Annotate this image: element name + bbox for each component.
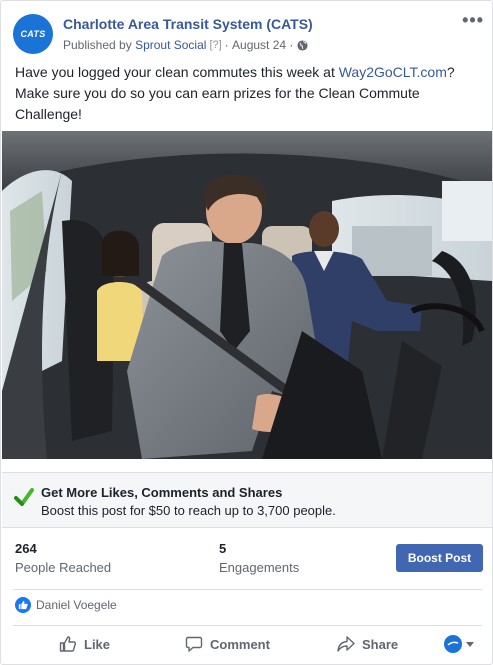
meta-separator: · <box>224 38 229 52</box>
people-reached-value: 264 <box>15 541 37 556</box>
like-icon <box>15 597 31 613</box>
avatar-logo-text: CATS <box>20 29 46 39</box>
boost-banner-title: Get More Likes, Comments and Shares <box>41 485 283 500</box>
post-text-part-1: Have you logged your clean commutes this… <box>15 64 339 80</box>
meta-separator-2: · <box>289 38 294 52</box>
comment-button[interactable]: Comment <box>185 632 270 656</box>
boost-banner[interactable]: Get More Likes, Comments and Shares Boos… <box>2 472 492 528</box>
check-icon <box>14 487 34 507</box>
engagements-label: Engagements <box>219 560 300 575</box>
post-text: Have you logged your clean commutes this… <box>15 62 480 125</box>
share-button[interactable]: Share <box>337 632 398 656</box>
post-date[interactable]: August 24 <box>232 38 286 52</box>
people-reached-label: People Reached <box>15 560 112 575</box>
comment-icon <box>185 636 203 652</box>
reactions-summary[interactable]: Daniel Voegele <box>15 596 117 614</box>
published-by-label: Published by <box>63 38 132 52</box>
post-actions: Like Comment Share <box>1 628 492 660</box>
boost-banner-subtitle: Boost this post for $50 to reach up to 3… <box>41 503 336 518</box>
globe-icon[interactable] <box>297 39 308 51</box>
post-meta: Published by Sprout Social [?] · August … <box>63 38 308 52</box>
insights-stats: 264 People Reached 5 Engagements Boost P… <box>1 529 492 589</box>
post-photo[interactable] <box>2 131 492 459</box>
more-options-icon[interactable]: ••• <box>462 11 484 29</box>
thumbs-up-icon <box>59 636 77 652</box>
boost-post-button[interactable]: Boost Post <box>396 544 483 572</box>
page-mini-avatar <box>444 635 462 653</box>
like-button[interactable]: Like <box>59 632 110 656</box>
page-avatar[interactable]: CATS <box>13 14 53 54</box>
post-card: CATS Charlotte Area Transit System (CATS… <box>0 0 493 665</box>
post-as-selector[interactable] <box>444 635 474 653</box>
divider-top <box>13 589 482 590</box>
page-name-link[interactable]: Charlotte Area Transit System (CATS) <box>63 16 313 32</box>
post-header: CATS Charlotte Area Transit System (CATS… <box>1 1 492 63</box>
chevron-down-icon <box>466 641 474 647</box>
comment-label: Comment <box>210 636 270 652</box>
way2go-link[interactable]: Way2GoCLT.com <box>339 64 447 80</box>
reactor-names[interactable]: Daniel Voegele <box>36 598 117 612</box>
help-marker[interactable]: [?] <box>209 39 221 51</box>
share-icon <box>337 636 355 652</box>
share-label: Share <box>362 636 399 652</box>
engagements-value: 5 <box>219 541 227 556</box>
publisher-link[interactable]: Sprout Social <box>135 38 206 52</box>
like-label: Like <box>84 636 111 652</box>
divider-bottom <box>13 625 482 626</box>
